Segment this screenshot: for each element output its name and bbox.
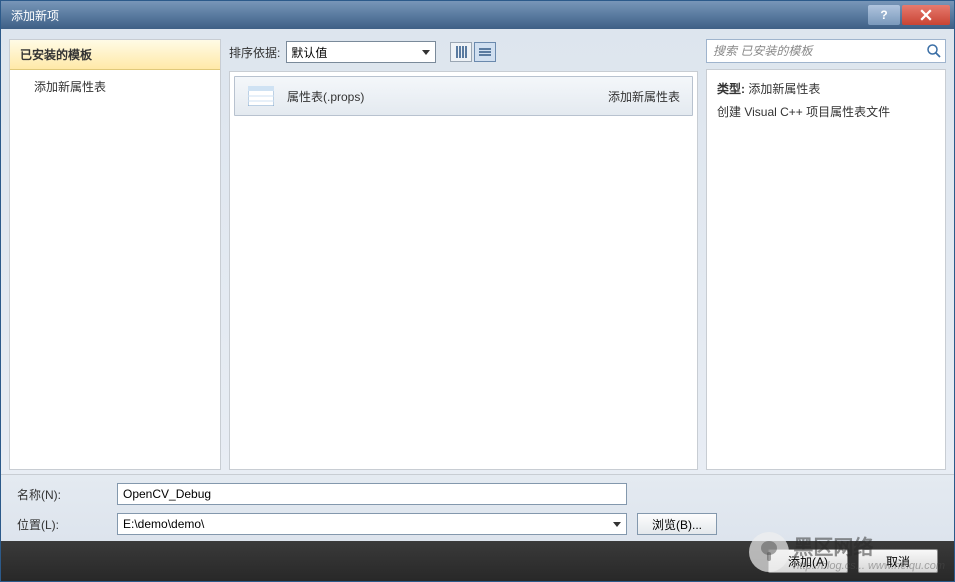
template-type: 添加新属性表 <box>608 88 680 105</box>
upper-pane: 已安装的模板 添加新属性表 排序依据: <box>1 29 954 474</box>
search-input[interactable] <box>706 39 946 63</box>
center-column: 排序依据: <box>229 39 698 470</box>
search-icon[interactable] <box>926 43 942 59</box>
list-icon <box>479 48 491 56</box>
location-label: 位置(L): <box>17 516 107 533</box>
sidebar-header: 已安装的模板 <box>10 40 220 70</box>
template-name: 属性表(.props) <box>287 88 608 105</box>
sidebar-item-property-sheet[interactable]: 添加新属性表 <box>10 70 220 103</box>
sidebar: 已安装的模板 添加新属性表 <box>9 39 221 470</box>
sort-row: 排序依据: <box>229 39 698 65</box>
footer: 添加(A) 取消 <box>1 541 954 581</box>
template-list[interactable]: 属性表(.props) 添加新属性表 <box>229 71 698 470</box>
add-button[interactable]: 添加(A) <box>768 549 848 573</box>
right-pane: 类型: 添加新属性表 创建 Visual C++ 项目属性表文件 <box>706 39 946 470</box>
search-wrap <box>706 39 946 63</box>
name-input[interactable] <box>117 483 627 505</box>
name-row: 名称(N): <box>17 483 938 505</box>
location-input[interactable] <box>117 513 627 535</box>
sort-label: 排序依据: <box>229 44 280 61</box>
dialog-window: 添加新项 ? 已安装的模板 添加新属性表 排序依据: <box>0 0 955 582</box>
details-type-row: 类型: 添加新属性表 <box>717 80 935 97</box>
sort-select-wrap <box>286 41 436 63</box>
help-button[interactable]: ? <box>868 5 900 25</box>
cancel-button[interactable]: 取消 <box>858 549 938 573</box>
window-title: 添加新项 <box>11 7 868 24</box>
details-pane: 类型: 添加新属性表 创建 Visual C++ 项目属性表文件 <box>706 69 946 470</box>
titlebar-controls: ? <box>868 5 950 25</box>
main-content: 已安装的模板 添加新属性表 排序依据: <box>1 29 954 581</box>
view-toggle <box>450 42 496 62</box>
sort-select[interactable] <box>286 41 436 63</box>
close-icon <box>920 9 932 21</box>
property-sheet-icon <box>247 85 275 107</box>
location-combo-wrap <box>117 513 627 535</box>
view-list-button[interactable] <box>474 42 496 62</box>
details-type-value: 添加新属性表 <box>748 82 820 96</box>
details-description: 创建 Visual C++ 项目属性表文件 <box>717 103 935 120</box>
template-item-property-sheet[interactable]: 属性表(.props) 添加新属性表 <box>234 76 693 116</box>
view-small-icons-button[interactable] <box>450 42 472 62</box>
small-icons-icon <box>456 46 467 58</box>
details-type-label: 类型: <box>717 82 745 96</box>
titlebar: 添加新项 ? <box>1 1 954 29</box>
close-button[interactable] <box>902 5 950 25</box>
browse-button[interactable]: 浏览(B)... <box>637 513 717 535</box>
form-area: 名称(N): 位置(L): 浏览(B)... <box>1 474 954 541</box>
location-row: 位置(L): 浏览(B)... <box>17 513 938 535</box>
name-label: 名称(N): <box>17 486 107 503</box>
